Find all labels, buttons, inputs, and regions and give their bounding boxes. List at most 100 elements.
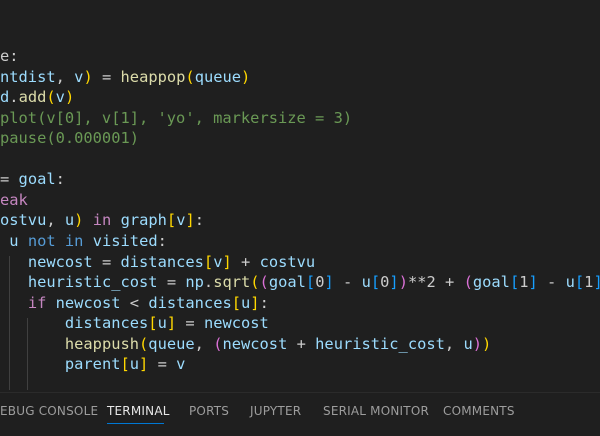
code-token: [ xyxy=(305,273,316,292)
code-line[interactable]: eak xyxy=(0,190,28,210)
code-token: : xyxy=(55,170,65,189)
code-token: : xyxy=(259,293,269,312)
code-token: ] xyxy=(324,273,334,292)
code-token: ( xyxy=(139,334,149,353)
code-token: = xyxy=(92,67,121,86)
code-token: heuristic_cost xyxy=(27,273,158,292)
code-token: visited xyxy=(92,232,158,250)
code-line[interactable]: heappush(queue, (newcost + heuristic_cos… xyxy=(0,334,491,354)
code-token: ) xyxy=(241,67,251,86)
code-line[interactable]: newcost = distances[v] + costvu xyxy=(0,252,315,272)
code-token: newcost xyxy=(27,252,93,271)
tab-comments[interactable]: COMMENTS xyxy=(443,404,515,418)
code-token: = xyxy=(157,273,186,292)
code-token: np xyxy=(185,273,204,292)
code-token: , xyxy=(46,211,65,230)
code-line[interactable]: distances[u] = newcost xyxy=(0,313,269,333)
code-token: + xyxy=(231,252,260,271)
code-token: queue xyxy=(194,67,242,86)
code-line[interactable]: = goal: xyxy=(0,169,65,189)
code-line[interactable]: heuristic_cost = np.sqrt((goal[0] - u[0]… xyxy=(0,272,600,292)
code-token: goal xyxy=(472,273,510,292)
code-token: u xyxy=(64,211,75,230)
code-token: v xyxy=(55,88,65,107)
code-token: u xyxy=(157,314,167,333)
code-token: [ xyxy=(203,252,214,271)
code-token: queue xyxy=(148,334,195,353)
code-token: heappop xyxy=(120,67,186,86)
code-token: ostvu xyxy=(0,211,47,230)
code-token: 1 xyxy=(519,273,529,292)
code-token: u xyxy=(463,334,473,353)
code-token: [ xyxy=(166,211,177,230)
code-token: sqrt xyxy=(213,273,251,292)
code-token: ) xyxy=(472,334,482,353)
code-token: : xyxy=(157,232,167,250)
code-token: distances xyxy=(64,314,149,333)
code-token: [ xyxy=(120,355,130,374)
code-line[interactable]: e: xyxy=(0,46,19,66)
code-token: e: xyxy=(0,47,19,65)
code-token: heuristic_cost xyxy=(315,334,445,353)
code-token: . xyxy=(203,273,214,292)
code-token: graph xyxy=(120,211,167,230)
code-token: ) xyxy=(83,67,93,86)
code-token: parent xyxy=(64,355,121,374)
code-token: newcost xyxy=(55,293,121,312)
code-line[interactable]: if newcost < distances[u]: xyxy=(0,293,269,313)
code-token: eak xyxy=(0,190,28,209)
tab-jupyter[interactable]: JUPYTER xyxy=(250,404,301,418)
code-token: newcost xyxy=(203,314,269,333)
code-token: : xyxy=(194,211,205,230)
code-token: u xyxy=(129,355,140,374)
tab-serial-monitor[interactable]: SERIAL MONITOR xyxy=(323,404,429,418)
vscode-window: e: ntdist, v) = heappop(queue) d.add(v) plo… xyxy=(0,0,600,436)
code-token: ) xyxy=(398,273,408,292)
code-token: . xyxy=(9,88,19,107)
tab-debug-console[interactable]: EBUG CONSOLE xyxy=(0,404,98,418)
code-token: < xyxy=(120,293,149,312)
code-line[interactable]: u not in visited: xyxy=(0,231,167,251)
code-token: [ xyxy=(574,273,585,292)
code-token: ] xyxy=(389,273,399,292)
code-line[interactable]: plot(v[0], v[1], 'yo', markersize = 3) xyxy=(0,108,352,128)
code-token: = xyxy=(0,170,19,189)
code-token: u xyxy=(361,273,371,292)
code-token: if xyxy=(27,293,47,312)
active-tab-indicator xyxy=(107,423,164,424)
tab-ports[interactable]: PORTS xyxy=(189,404,229,418)
code-line[interactable]: pause(0.000001) xyxy=(0,128,139,148)
code-line[interactable]: ntdist, v) = heappop(queue) xyxy=(0,67,250,87)
code-token: ( xyxy=(463,273,473,292)
tab-terminal[interactable]: TERMINAL xyxy=(107,404,170,418)
code-token: ] xyxy=(222,252,232,271)
code-token: ] xyxy=(166,314,177,333)
bottom-panel-tabs: EBUG CONSOLE TERMINAL PORTS JUPYTER SERI… xyxy=(0,392,600,436)
code-token: ] xyxy=(593,273,600,291)
code-token: not in xyxy=(27,232,84,250)
code-token: + xyxy=(287,334,316,353)
code-editor[interactable]: e: ntdist, v) = heappop(queue) d.add(v) plo… xyxy=(0,0,600,392)
code-token: [ xyxy=(509,273,520,292)
code-token: [ xyxy=(370,273,381,292)
code-line[interactable]: d.add(v) xyxy=(0,87,74,107)
code-token: - xyxy=(333,273,362,292)
code-token: ) xyxy=(482,334,492,353)
code-token: distances xyxy=(148,293,232,312)
code-line[interactable]: ostvu, u) in graph[v]: xyxy=(0,210,204,230)
code-token: heappush xyxy=(64,334,140,353)
code-line[interactable]: parent[u] = v xyxy=(0,354,186,374)
code-token: **2 + xyxy=(407,273,464,292)
code-token: add xyxy=(18,88,47,107)
code-token: d xyxy=(0,88,10,107)
code-token: [ xyxy=(231,293,242,312)
